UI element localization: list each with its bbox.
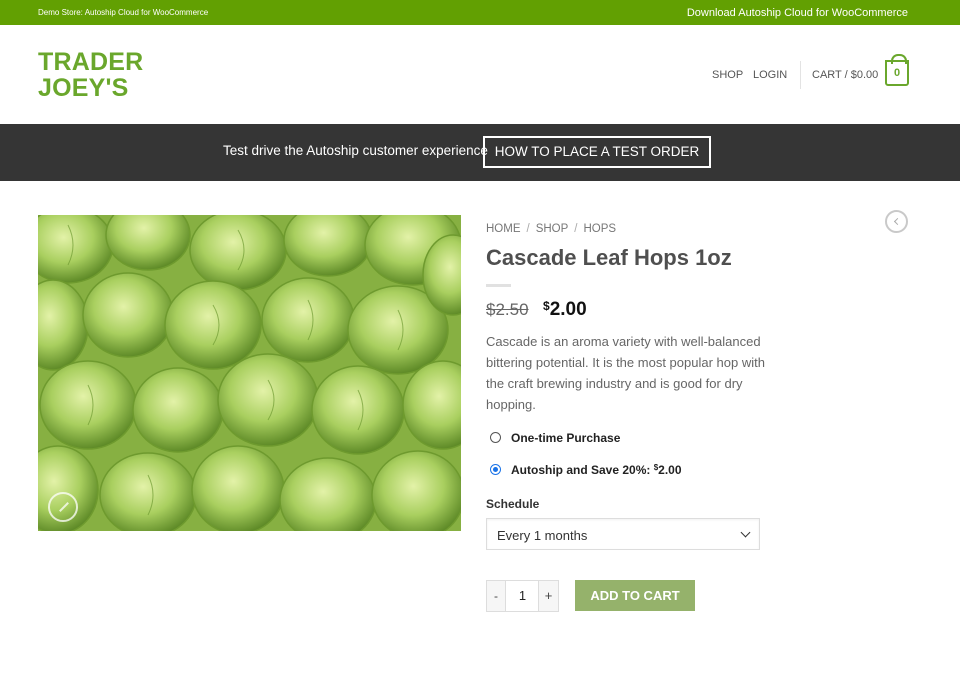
site-header: TRADER JOEY'S SHOP LOGIN CART / $0.00 0 — [0, 25, 960, 124]
nav-shop-link[interactable]: SHOP — [712, 69, 743, 81]
previous-product-icon[interactable] — [885, 210, 908, 233]
breadcrumb: HOME / SHOP / HOPS — [486, 223, 617, 235]
autoship-label[interactable]: Autoship and Save 20%: $2.00 — [511, 463, 682, 477]
nav-login-link[interactable]: LOGIN — [753, 69, 787, 81]
sale-price: $2.00 — [543, 299, 587, 321]
nav-cart-link[interactable]: CART / $0.00 — [812, 69, 878, 81]
schedule-label: Schedule — [486, 497, 540, 511]
product-description: Cascade is an aroma variety with well-ba… — [486, 334, 765, 412]
autoship-label-text: Autoship and Save 20%: — [511, 463, 651, 477]
site-logo[interactable]: TRADER JOEY'S — [38, 49, 143, 101]
promo-banner: Test drive the Autoship customer experie… — [0, 124, 960, 181]
qty-plus-button[interactable]: + — [538, 581, 558, 611]
cart-icon[interactable]: 0 — [885, 54, 909, 86]
logo-line-1: TRADER — [38, 48, 144, 76]
autoship-radio[interactable] — [490, 464, 501, 475]
how-to-test-order-button[interactable]: HOW TO PLACE A TEST ORDER — [483, 136, 711, 168]
breadcrumb-shop[interactable]: SHOP — [536, 223, 569, 235]
top-bar: Demo Store: Autoship Cloud for WooCommer… — [0, 0, 960, 25]
sale-price-symbol: $ — [543, 299, 550, 313]
product-title: Cascade Leaf Hops 1oz — [486, 245, 732, 270]
add-to-cart-button[interactable]: ADD TO CART — [575, 580, 695, 611]
zoom-icon[interactable] — [48, 492, 78, 522]
breadcrumb-home[interactable]: HOME — [486, 223, 521, 235]
qty-input[interactable]: 1 — [506, 581, 539, 611]
schedule-value: Every 1 months — [497, 528, 588, 543]
qty-minus-button[interactable]: - — [487, 581, 506, 611]
chevron-down-icon — [740, 527, 751, 538]
sale-price-amount: 2.00 — [549, 299, 587, 320]
hops-photo — [38, 215, 461, 531]
regular-price: $2.50 — [486, 300, 529, 319]
banner-text: Test drive the Autoship customer experie… — [223, 143, 488, 158]
one-time-label[interactable]: One-time Purchase — [511, 431, 620, 445]
logo-line-2: JOEY'S — [38, 74, 129, 102]
title-divider — [486, 284, 511, 287]
schedule-select[interactable]: Every 1 months — [486, 518, 760, 550]
breadcrumb-hops[interactable]: HOPS — [584, 223, 617, 235]
store-notice: Demo Store: Autoship Cloud for WooCommer… — [38, 8, 209, 17]
download-link[interactable]: Download Autoship Cloud for WooCommerce — [687, 7, 908, 19]
autoship-price: 2.00 — [658, 463, 682, 477]
product-image[interactable] — [38, 215, 461, 531]
quantity-stepper: - 1 + — [486, 580, 559, 612]
nav-divider — [800, 61, 801, 89]
one-time-radio[interactable] — [490, 432, 501, 443]
